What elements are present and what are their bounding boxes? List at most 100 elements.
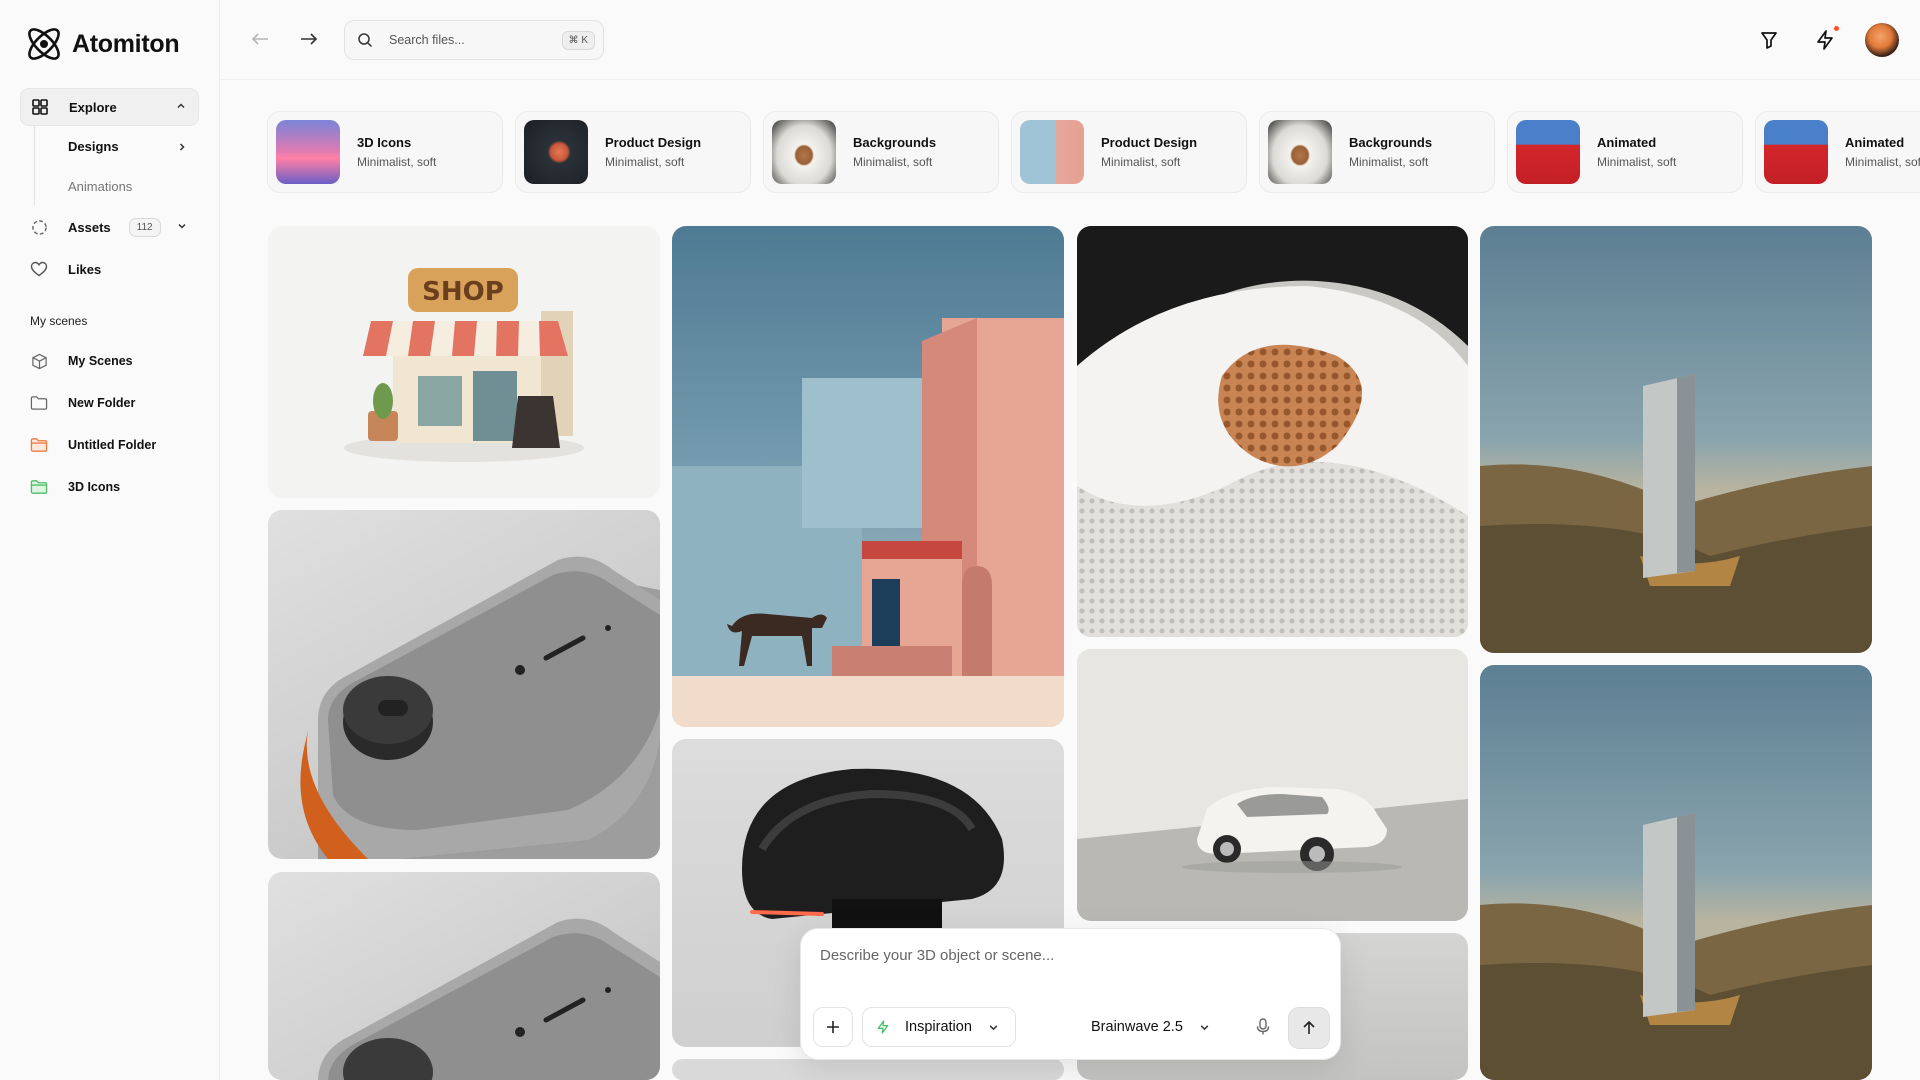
device-render xyxy=(318,918,660,1080)
category-thumbnail xyxy=(1764,120,1828,184)
scene-item-3d-icons[interactable]: 3D Icons xyxy=(20,466,199,508)
send-button[interactable] xyxy=(1288,1007,1330,1049)
chevron-up-icon[interactable] xyxy=(176,100,186,114)
gallery-tile-device-2[interactable] xyxy=(268,872,660,1080)
inspiration-label: Inspiration xyxy=(905,1019,972,1035)
category-title: 3D Icons xyxy=(357,134,412,150)
chevron-right-icon xyxy=(177,140,187,155)
prompt-box: Inspiration Brainwave 2.5 xyxy=(800,928,1341,1060)
sidebar-item-assets[interactable]: Assets 112 xyxy=(20,208,199,246)
app-root: Atomiton Explore Designs Animations Asse… xyxy=(0,0,1920,1080)
sidebar-item-label: Assets xyxy=(68,219,111,235)
shop-illustration: SHOP xyxy=(344,268,584,462)
sidebar-item-label: Designs xyxy=(68,138,119,154)
microphone-button[interactable] xyxy=(1251,1015,1275,1039)
category-card[interactable]: Backgrounds Minimalist, soft xyxy=(763,111,999,193)
category-thumbnail xyxy=(1516,120,1580,184)
prompt-input[interactable] xyxy=(820,947,1320,977)
gallery-tile-shop[interactable]: SHOP xyxy=(268,226,660,498)
monolith-render xyxy=(1480,374,1872,653)
gallery-tile-horse[interactable] xyxy=(672,226,1064,727)
chevron-down-icon xyxy=(989,1024,998,1030)
app-name: Atomiton xyxy=(72,29,180,58)
category-title: Animated xyxy=(1597,134,1657,150)
sidebar-item-designs[interactable]: Designs xyxy=(35,126,199,166)
category-subtitle: Minimalist, soft xyxy=(357,155,437,170)
category-thumbnail xyxy=(772,120,836,184)
category-thumbnail xyxy=(1268,120,1332,184)
gallery-tile-monolith-2[interactable] xyxy=(1480,665,1872,1080)
category-subtitle: Minimalist, soft xyxy=(1101,155,1181,170)
inspiration-dropdown[interactable]: Inspiration xyxy=(862,1007,1016,1047)
chevron-down-icon[interactable] xyxy=(177,220,187,234)
scene-item-my-scenes[interactable]: My Scenes xyxy=(20,340,199,382)
device-render xyxy=(300,556,660,859)
my-scenes-heading: My scenes xyxy=(30,314,88,328)
plus-icon xyxy=(827,1021,839,1033)
scene-item-label: 3D Icons xyxy=(68,480,121,494)
filter-icon[interactable] xyxy=(1757,28,1781,52)
fabric-render xyxy=(1077,226,1468,637)
category-strip: 3D Icons Minimalist, soft Product Design M… xyxy=(267,111,1920,195)
car-render xyxy=(1077,649,1468,921)
sidebar: Atomiton Explore Designs Animations Asse… xyxy=(0,0,220,1080)
scene-item-label: New Folder xyxy=(68,396,136,410)
sidebar-item-animations[interactable]: Animations xyxy=(35,166,199,206)
category-subtitle: Minimalist, soft xyxy=(1349,155,1429,170)
top-bar: ⌘ K xyxy=(221,0,1920,80)
gallery-tile-partial[interactable] xyxy=(672,1059,1064,1080)
shortcut-hint: ⌘ K xyxy=(561,31,595,50)
gallery-tile-monolith[interactable] xyxy=(1480,226,1872,653)
sidebar-item-likes[interactable]: Likes xyxy=(20,250,199,288)
grid-icon xyxy=(31,98,49,116)
assets-count-badge: 112 xyxy=(128,217,161,237)
model-label: Brainwave 2.5 xyxy=(1091,1019,1183,1035)
forward-arrow-icon[interactable] xyxy=(298,28,320,50)
shop-sign-text: SHOP xyxy=(422,277,504,307)
category-card[interactable]: Backgrounds Minimalist, soft xyxy=(1259,111,1495,193)
app-logo[interactable]: Atomiton xyxy=(22,22,180,66)
gallery-tile-fabric[interactable] xyxy=(1077,226,1468,637)
assets-icon xyxy=(30,218,48,236)
lightning-icon xyxy=(877,1020,889,1034)
gallery-tile-device[interactable] xyxy=(268,510,660,859)
user-avatar[interactable] xyxy=(1865,23,1899,57)
monolith-render xyxy=(1480,813,1872,1080)
scene-item-new-folder[interactable]: New Folder xyxy=(20,382,199,424)
heart-icon xyxy=(30,260,48,278)
chevron-down-icon xyxy=(1200,1024,1209,1030)
back-arrow-icon[interactable] xyxy=(249,28,271,50)
category-card[interactable]: Product Design Minimalist, soft xyxy=(1011,111,1247,193)
atom-logo-icon xyxy=(28,28,60,60)
category-title: Product Design xyxy=(605,134,702,150)
search-box[interactable]: ⌘ K xyxy=(344,20,604,60)
scene-item-label: My Scenes xyxy=(68,354,133,368)
notification-dot xyxy=(1834,26,1839,31)
search-input[interactable] xyxy=(389,33,539,47)
category-subtitle: Minimalist, soft xyxy=(853,155,933,170)
category-title: Product Design xyxy=(1101,134,1198,150)
category-title: Backgrounds xyxy=(1349,134,1433,150)
model-selector[interactable]: Brainwave 2.5 xyxy=(1091,1015,1210,1039)
category-thumbnail xyxy=(276,120,340,184)
sidebar-item-explore[interactable]: Explore xyxy=(20,88,199,126)
scene-item-untitled-folder[interactable]: Untitled Folder xyxy=(20,424,199,466)
scenes-list: My Scenes New Folder Untitled Folder 3D … xyxy=(20,340,199,508)
cube-icon xyxy=(30,352,48,370)
lightning-icon[interactable] xyxy=(1813,26,1839,52)
category-card[interactable]: Product Design Minimalist, soft xyxy=(515,111,751,193)
search-icon xyxy=(358,33,373,48)
gallery-tile-car[interactable] xyxy=(1077,649,1468,921)
category-card[interactable]: Animated Minimalist, soft xyxy=(1755,111,1920,193)
category-title: Animated xyxy=(1845,134,1905,150)
folder-icon xyxy=(30,436,48,454)
add-button[interactable] xyxy=(813,1007,853,1047)
category-thumbnail xyxy=(524,120,588,184)
microphone-icon xyxy=(1256,1018,1270,1035)
category-card[interactable]: Animated Minimalist, soft xyxy=(1507,111,1743,193)
category-card[interactable]: 3D Icons Minimalist, soft xyxy=(267,111,503,193)
folder-icon xyxy=(30,478,48,496)
category-subtitle: Minimalist, soft xyxy=(1597,155,1677,170)
category-subtitle: Minimalist, soft xyxy=(1845,155,1920,170)
sidebar-item-label: Animations xyxy=(68,178,133,194)
